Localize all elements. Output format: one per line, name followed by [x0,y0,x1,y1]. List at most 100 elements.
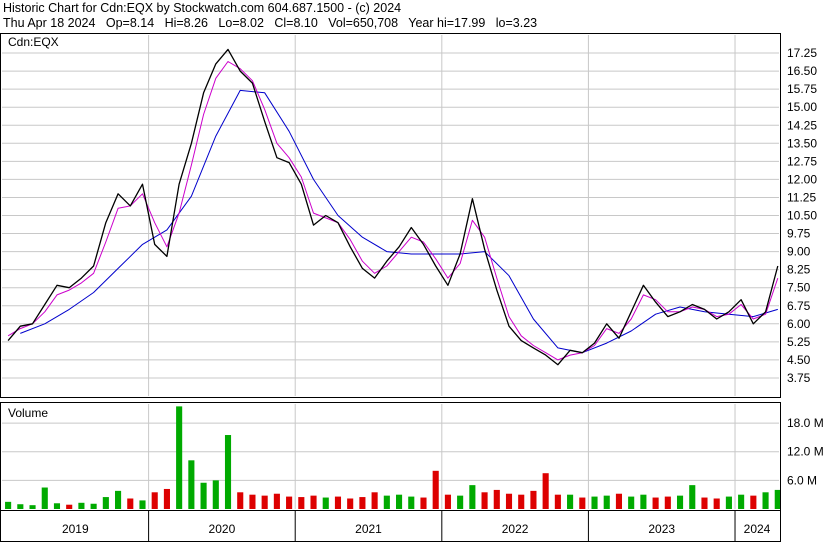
year-label: 2024 [744,522,771,536]
price-tick-label: 17.25 [787,46,817,60]
volume-bar [615,493,623,509]
volume-bar [640,494,647,509]
volume-bar [542,473,549,509]
volume-bar [713,498,720,509]
volume-bar [322,497,329,509]
price-tick-label: 5.25 [787,335,811,349]
volume-bar [41,487,48,509]
volume-bars [5,406,781,509]
price-tick-label: 14.25 [787,118,817,132]
volume-bar [738,494,745,509]
volume-bar [78,502,85,509]
year-label: 2020 [209,522,236,536]
volume-bar [567,494,574,509]
price-series [7,48,779,366]
volume-bar [554,494,561,509]
volume-bar [676,495,684,509]
volume-bar [591,496,598,509]
price-tick-label: 15.75 [787,82,817,96]
volume-bar [273,493,280,509]
volume-tick-label: 18.0 M [787,416,824,430]
volume-bar [762,492,769,509]
price-tick-label: 15.00 [787,100,817,114]
price-tick-label: 10.50 [787,209,817,223]
volume-bar [261,495,268,509]
year-label: 2023 [648,522,675,536]
price-tick-label: 16.50 [787,64,817,78]
short-moving-average-line [7,61,779,361]
price-tick-label: 8.25 [787,263,811,277]
year-label: 2021 [355,522,382,536]
price-tick-label: 13.50 [787,136,817,150]
volume-bar [237,492,244,509]
volume-bar [432,470,439,509]
volume-bar [102,497,109,509]
price-tick-label: 3.75 [787,371,811,385]
volume-bar [127,498,134,509]
volume-bar [298,497,305,509]
volume-bar [408,496,415,509]
volume-bar [90,503,97,509]
volume-bar [286,496,293,509]
volume-bar [603,495,610,509]
volume-bar [774,489,781,509]
volume-bar [664,496,671,509]
volume-panel-label: Volume [8,406,48,420]
price-panel-label: Cdn:EQX [8,35,59,49]
volume-bar [115,490,122,509]
volume-bar [224,435,232,509]
volume-bar [518,494,525,509]
volume-bar [163,488,170,509]
price-tick-label: 7.50 [787,281,811,295]
volume-tick-label: 6.0 M [787,473,817,487]
volume-bar [725,496,732,509]
volume-bar [66,504,73,509]
volume-bar [29,505,36,509]
volume-bar [395,494,403,509]
volume-bar [359,497,366,509]
volume-bar [530,490,537,509]
price-tick-label: 6.75 [787,299,811,313]
year-label: 2019 [62,522,89,536]
year-label: 2022 [502,522,529,536]
price-tick-label: 9.75 [787,227,811,241]
price-tick-label: 6.00 [787,317,811,331]
volume-bar [579,497,586,509]
volume-bar [652,497,659,509]
price-tick-label: 9.00 [787,245,811,259]
volume-bar [53,503,61,509]
volume-bar [17,504,24,509]
volume-bar [481,492,488,509]
volume-bar [139,500,146,509]
price-tick-label: 12.75 [787,154,817,168]
volume-bar [383,495,390,509]
price-tick-label: 11.25 [787,190,816,204]
price-tick-label: 12.00 [787,172,817,186]
volume-bar [750,495,757,509]
volume-bar [701,497,708,509]
volume-bar [176,406,183,509]
long-moving-average-line [20,89,778,354]
volume-bar [689,485,696,509]
volume-bar [371,492,378,509]
volume-bar [420,497,427,509]
volume-bar [493,489,500,509]
volume-bar [200,482,207,509]
volume-bar [188,460,195,509]
stock-chart: 17.25 16.50 15.75 15.00 14.25 13.50 12.75 12.00… [0,33,824,542]
volume-bar [347,498,354,509]
volume-bar [628,496,635,509]
volume-bar [457,495,464,509]
volume-bar [444,494,451,509]
volume-bar [469,485,476,509]
volume-bar [505,493,513,509]
volume-bar [5,501,12,509]
volume-bar [212,480,219,509]
price-tick-label: 4.50 [787,353,811,367]
volume-tick-label: 12.0 M [787,445,824,459]
volume-bar [151,492,158,509]
volume-bar [249,494,256,509]
volume-bar [334,496,342,509]
volume-bar [310,495,317,509]
grid [2,35,779,509]
